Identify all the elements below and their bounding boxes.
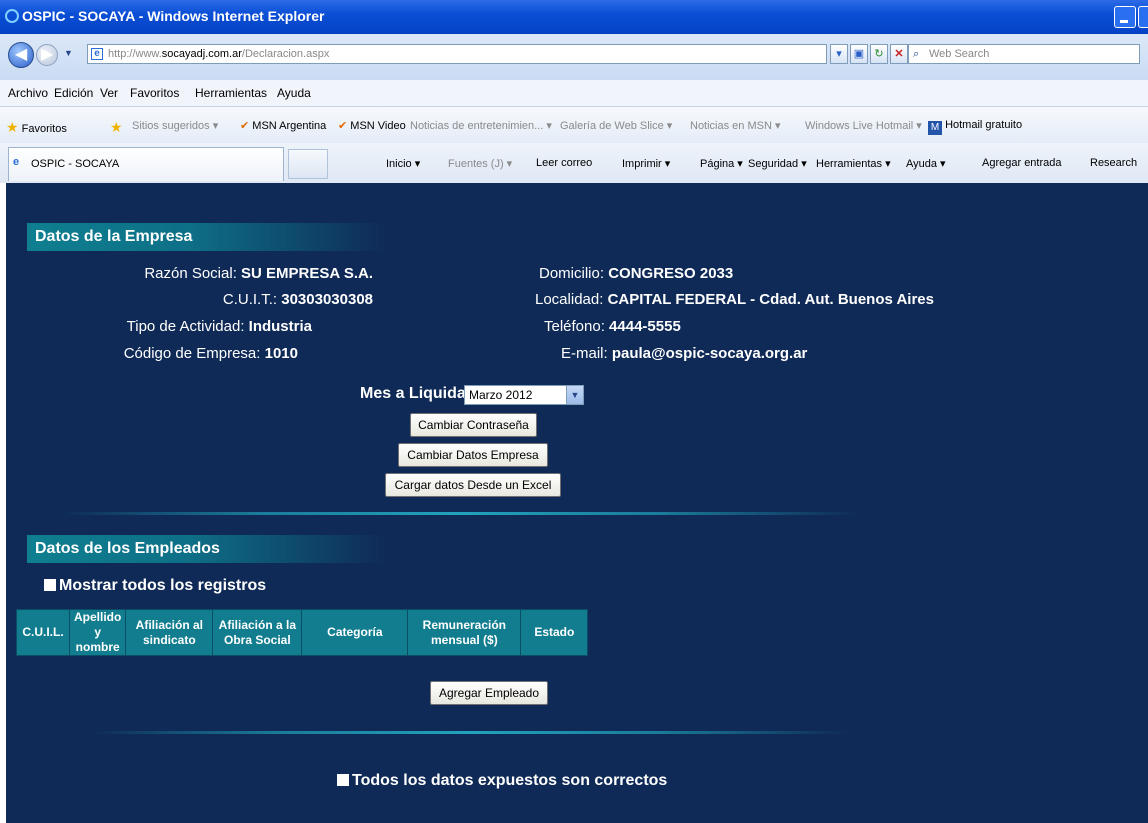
separator-2 — [90, 731, 850, 734]
cmd-fuentes[interactable]: Fuentes (J) ▾ — [448, 157, 512, 170]
web-search-input[interactable]: ⌕ Web Search — [908, 44, 1140, 64]
cmd-leer-correo[interactable]: Leer correo — [536, 157, 592, 169]
col-estado: Estado — [520, 609, 589, 656]
cmd-ayuda[interactable]: Ayuda ▾ — [906, 157, 946, 170]
codigo-empresa: Código de Empresa: 1010 — [123, 345, 298, 362]
search-icon: ⌕ — [913, 48, 920, 60]
fav-sitios-sugeridos[interactable]: Sitios sugeridos ▾ — [132, 119, 218, 132]
menu-ayuda[interactable]: Ayuda — [277, 86, 311, 100]
compatibility-icon[interactable]: ▣ — [850, 44, 868, 64]
window-titlebar: OSPIC - SOCAYA - Windows Internet Explor… — [0, 0, 1148, 34]
cmd-agregar-entrada[interactable]: Agregar entrada — [982, 157, 1062, 169]
col-cuil: C.U.I.L. — [16, 609, 70, 656]
address-toolbar: ◀ ▶ ▼ e http://www.socayadj.com.ar/Decla… — [0, 34, 1148, 81]
url-path: /Declaracion.aspx — [241, 48, 330, 60]
mes-liquidar-value: Marzo 2012 — [469, 388, 533, 402]
cmd-herramientas[interactable]: Herramientas ▾ — [816, 157, 891, 170]
cargar-excel-button[interactable]: Cargar datos Desde un Excel — [385, 473, 561, 497]
fav-msn-video[interactable]: ✔ MSN Video — [338, 119, 406, 132]
cmd-research[interactable]: Research — [1090, 157, 1137, 169]
url-prefix: http://www. — [108, 48, 162, 60]
email: E-mail: paula@ospic-socaya.org.ar — [561, 345, 808, 362]
localidad: Localidad: CAPITAL FEDERAL - Cdad. Aut. … — [535, 291, 934, 308]
fav-noticias-msn[interactable]: Noticias en MSN ▾ — [690, 119, 781, 132]
window-title: OSPIC - SOCAYA - Windows Internet Explor… — [22, 8, 325, 24]
new-tab-button[interactable] — [288, 149, 328, 179]
col-categoria: Categoría — [301, 609, 409, 656]
fav-msn-video-label: MSN Video — [350, 120, 406, 132]
fav-msn-argentina[interactable]: ✔ MSN Argentina — [240, 119, 326, 132]
empleados-table: C.U.I.L. Apellido y nombre Afiliación al s… — [16, 609, 589, 656]
mostrar-todos-label: Mostrar todos los registros — [59, 577, 267, 594]
col-afiliacion-obra-social: Afiliación a la Obra Social — [212, 609, 303, 656]
razon-social: Razón Social: SU EMPRESA S.A. — [144, 265, 373, 282]
fav-hotmail-gratuito[interactable]: M Hotmail gratuito — [928, 119, 1022, 135]
favorites-label: Favoritos — [21, 123, 67, 135]
agregar-empleado-button[interactable]: Agregar Empleado — [430, 681, 548, 705]
menu-ver[interactable]: Ver — [100, 86, 118, 100]
cuit: C.U.I.T.: 30303030308 — [222, 291, 373, 308]
tab-ospic-socaya[interactable]: e OSPIC - SOCAYA — [8, 147, 284, 181]
page-icon: e — [91, 48, 103, 60]
table-header-row: C.U.I.L. Apellido y nombre Afiliación al s… — [16, 609, 589, 656]
refresh-icon[interactable]: ↻ — [870, 44, 888, 64]
confirm-checkbox-row[interactable]: Todos los datos expuestos son correctos — [337, 772, 667, 790]
fav-msn-argentina-label: MSN Argentina — [252, 120, 327, 132]
ie-tab-icon: e — [13, 156, 20, 168]
tab-title: OSPIC - SOCAYA — [31, 158, 120, 170]
tipo-actividad: Tipo de Actividad: Industria — [126, 318, 312, 335]
menu-favoritos[interactable]: Favoritos — [130, 86, 179, 100]
fav-galeria-web-slice[interactable]: Galería de Web Slice ▾ — [560, 119, 672, 132]
forward-button[interactable]: ▶ — [36, 44, 58, 66]
menu-herramientas[interactable]: Herramientas — [195, 86, 267, 100]
mes-liquidar-label: Mes a Liquidar: — [360, 385, 478, 402]
recent-pages-dropdown-icon[interactable]: ▼ — [64, 48, 73, 58]
menu-bar: Archivo Edición Ver Favoritos Herramient… — [0, 80, 1148, 107]
cmd-seguridad[interactable]: Seguridad ▾ — [748, 157, 807, 170]
telefono: Teléfono: 4444-5555 — [544, 318, 681, 335]
hotmail-icon: M — [928, 121, 942, 135]
back-button[interactable]: ◀ — [8, 42, 34, 68]
fav-windows-live-hotmail[interactable]: Windows Live Hotmail ▾ — [805, 119, 922, 132]
address-dropdown-icon[interactable]: ▾ — [830, 44, 848, 64]
section-header-empresa: Datos de la Empresa — [27, 223, 387, 251]
col-remuneracion: Remuneración mensual ($) — [407, 609, 522, 656]
favorites-button[interactable]: ★ Favoritos — [6, 119, 67, 136]
add-favorite-icon[interactable]: ★ — [110, 119, 123, 136]
favorites-bar: ★ Favoritos ★ Sitios sugeridos ▾ ✔ MSN A… — [0, 107, 1148, 144]
col-afiliacion-sindicato: Afiliación al sindicato — [125, 609, 214, 656]
section-header-empleados: Datos de los Empleados — [27, 535, 387, 563]
mostrar-todos-checkbox[interactable] — [44, 579, 56, 591]
star-icon: ★ — [6, 119, 19, 135]
col-apellido-nombre: Apellido y nombre — [68, 609, 127, 656]
cmd-imprimir[interactable]: Imprimir ▾ — [622, 157, 670, 170]
dropdown-arrow-icon: ▼ — [566, 386, 583, 404]
menu-archivo[interactable]: Archivo — [8, 86, 48, 100]
mes-liquidar-select[interactable]: Marzo 2012 ▼ — [464, 385, 584, 405]
url-host: socayadj.com.ar — [161, 48, 242, 60]
ie-icon — [5, 9, 19, 23]
cambiar-contrasena-button[interactable]: Cambiar Contraseña — [410, 413, 537, 437]
minimize-button[interactable] — [1114, 6, 1136, 28]
fav-hotmail-label: Hotmail gratuito — [945, 119, 1023, 131]
cmd-pagina[interactable]: Página ▾ — [700, 157, 743, 170]
confirm-checkbox[interactable] — [337, 774, 349, 786]
address-field[interactable]: e http://www.socayadj.com.ar/Declaracion… — [87, 44, 827, 64]
page-content: Datos de la Empresa Razón Social: SU EMP… — [6, 183, 1148, 823]
tab-bar: e OSPIC - SOCAYA Inicio ▾ Fuentes (J) ▾ … — [0, 143, 1148, 184]
maximize-button[interactable] — [1138, 6, 1148, 28]
search-placeholder: Web Search — [929, 48, 990, 60]
domicilio: Domicilio: CONGRESO 2033 — [539, 265, 734, 282]
mostrar-todos-checkbox-row[interactable]: Mostrar todos los registros — [44, 577, 266, 595]
fav-noticias-entretenimiento[interactable]: Noticias de entretenimien... ▾ — [410, 119, 552, 132]
menu-edicion[interactable]: Edición — [54, 86, 93, 100]
confirm-label: Todos los datos expuestos son correctos — [352, 772, 668, 789]
separator-1 — [60, 512, 860, 515]
stop-icon[interactable]: ✕ — [890, 44, 908, 64]
cambiar-datos-empresa-button[interactable]: Cambiar Datos Empresa — [398, 443, 548, 467]
cmd-inicio[interactable]: Inicio ▾ — [386, 157, 420, 170]
